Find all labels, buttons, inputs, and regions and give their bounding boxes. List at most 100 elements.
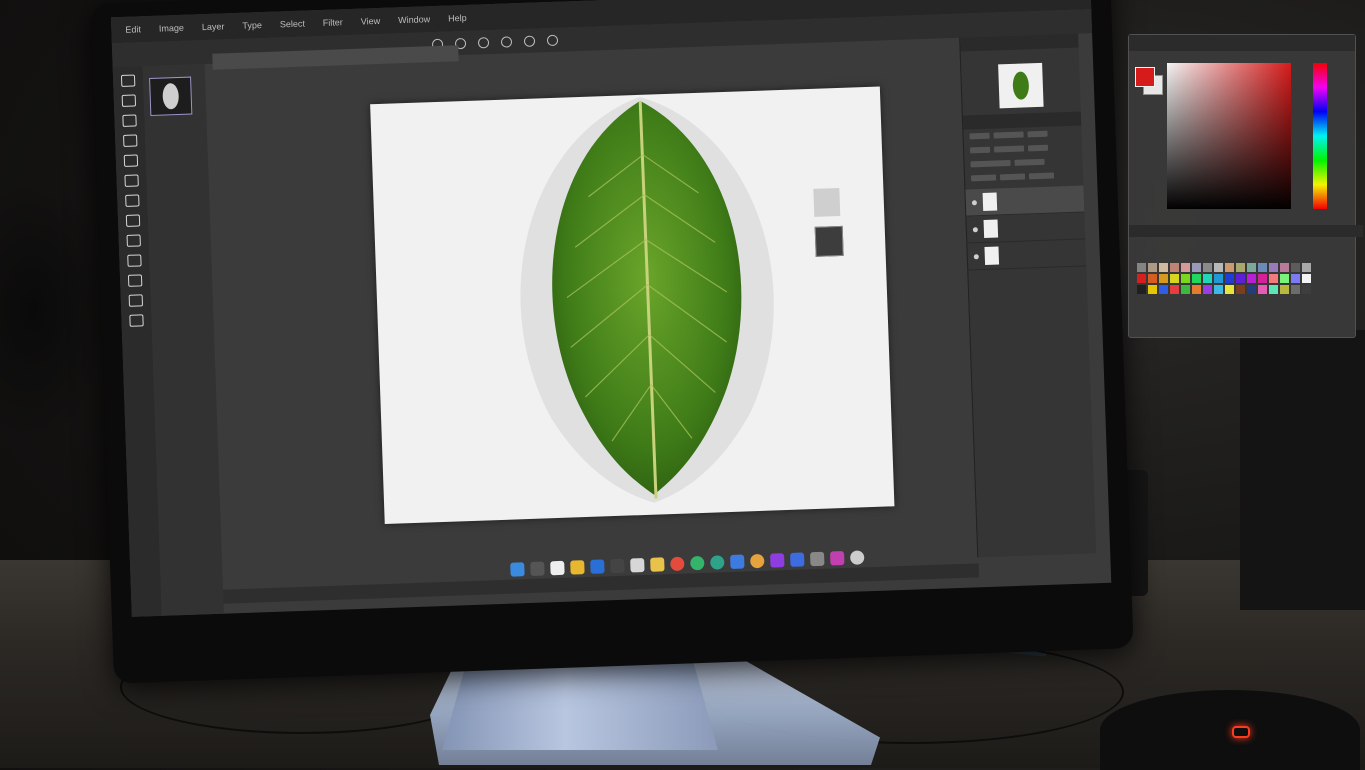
app-icon[interactable] xyxy=(849,550,865,565)
app-icon[interactable] xyxy=(790,552,805,567)
swatch[interactable] xyxy=(1203,263,1212,272)
eye-icon[interactable] xyxy=(972,226,978,232)
marquee-tool-icon[interactable] xyxy=(121,94,137,107)
menu-item[interactable]: Help xyxy=(448,13,467,24)
document-canvas[interactable] xyxy=(370,86,895,525)
option-icon[interactable] xyxy=(477,36,490,48)
swatch[interactable] xyxy=(1258,274,1267,283)
swatch[interactable] xyxy=(1203,285,1212,294)
swatch[interactable] xyxy=(1247,274,1256,283)
swatch[interactable] xyxy=(1269,274,1278,283)
swatch[interactable] xyxy=(1225,285,1234,294)
swatch[interactable] xyxy=(1269,263,1278,272)
swatch[interactable] xyxy=(1291,263,1300,272)
swatch[interactable] xyxy=(1302,263,1311,272)
eyedropper-tool-icon[interactable] xyxy=(123,154,139,167)
app-icon[interactable] xyxy=(770,553,785,568)
navigator-thumbnail[interactable] xyxy=(998,62,1044,109)
swatch[interactable] xyxy=(1214,285,1223,294)
swatch[interactable] xyxy=(1192,274,1201,283)
swatch[interactable] xyxy=(1203,274,1212,283)
gradient-tool-icon[interactable] xyxy=(125,214,141,227)
swatch[interactable] xyxy=(1291,274,1300,283)
start-icon[interactable] xyxy=(510,562,525,577)
swatch[interactable] xyxy=(1236,285,1245,294)
menu-item[interactable]: Filter xyxy=(323,17,343,28)
swatch[interactable] xyxy=(1247,285,1256,294)
swatch[interactable] xyxy=(1280,285,1289,294)
color-picker-field[interactable] xyxy=(1167,63,1291,209)
browser-icon[interactable] xyxy=(670,556,685,572)
swatch[interactable] xyxy=(1192,285,1201,294)
swatch[interactable] xyxy=(1280,274,1289,283)
foreground-color[interactable] xyxy=(1135,67,1155,87)
swatch[interactable] xyxy=(1137,263,1146,272)
menu-item[interactable]: Image xyxy=(159,23,184,34)
swatch[interactable] xyxy=(1302,274,1311,283)
swatch[interactable] xyxy=(1302,285,1311,294)
menu-item[interactable]: Layer xyxy=(202,21,225,32)
property-row[interactable] xyxy=(970,172,1077,186)
swatch[interactable] xyxy=(1170,285,1179,294)
swatch[interactable] xyxy=(1148,285,1157,294)
swatch[interactable] xyxy=(1269,285,1278,294)
hand-tool-icon[interactable] xyxy=(128,294,144,307)
option-icon[interactable] xyxy=(500,35,513,48)
swatch[interactable] xyxy=(1236,263,1245,272)
shape-tool-icon[interactable] xyxy=(127,274,143,287)
option-icon[interactable] xyxy=(546,34,559,46)
swatch[interactable] xyxy=(1225,274,1234,283)
swatch[interactable] xyxy=(1192,263,1201,272)
option-icon[interactable] xyxy=(523,35,536,47)
crop-tool-icon[interactable] xyxy=(123,134,138,147)
swatch[interactable] xyxy=(1280,263,1289,272)
menu-item[interactable]: Window xyxy=(398,14,430,25)
app-icon[interactable] xyxy=(590,559,605,574)
swatch[interactable] xyxy=(1247,263,1256,272)
swatch[interactable] xyxy=(1236,274,1245,283)
swatch[interactable] xyxy=(1170,263,1179,272)
app-icon[interactable] xyxy=(650,557,665,572)
swatch[interactable] xyxy=(1148,274,1157,283)
eye-icon[interactable] xyxy=(973,253,979,259)
eraser-tool-icon[interactable] xyxy=(125,194,140,207)
zoom-tool-icon[interactable] xyxy=(129,314,144,327)
app-icon[interactable] xyxy=(810,551,825,567)
app-icon[interactable] xyxy=(750,553,765,569)
swatch[interactable] xyxy=(1181,285,1190,294)
brush-tool-icon[interactable] xyxy=(124,174,139,187)
swatch[interactable] xyxy=(1137,274,1146,283)
app-icon[interactable] xyxy=(690,555,705,571)
property-row[interactable] xyxy=(970,158,1076,172)
swatch[interactable] xyxy=(1159,263,1168,272)
swatch[interactable] xyxy=(1159,285,1168,294)
layer-row[interactable] xyxy=(965,185,1085,217)
layer-row[interactable] xyxy=(967,239,1087,271)
app-icon[interactable] xyxy=(630,558,645,573)
pen-tool-icon[interactable] xyxy=(126,234,141,247)
color-swatch[interactable] xyxy=(813,187,841,217)
swatch[interactable] xyxy=(1291,285,1300,294)
menu-item[interactable]: Type xyxy=(242,20,262,31)
property-row[interactable] xyxy=(969,130,1075,144)
hue-slider[interactable] xyxy=(1313,63,1327,209)
app-icon[interactable] xyxy=(550,560,565,576)
swatch[interactable] xyxy=(1137,285,1146,294)
search-icon[interactable] xyxy=(530,561,545,576)
lasso-tool-icon[interactable] xyxy=(122,114,137,127)
swatch[interactable] xyxy=(1159,274,1168,283)
eye-icon[interactable] xyxy=(971,199,977,205)
app-icon[interactable] xyxy=(610,558,625,574)
swatch[interactable] xyxy=(1181,274,1190,283)
property-row[interactable] xyxy=(969,144,1076,158)
leaf-swatch[interactable] xyxy=(814,225,844,257)
swatch[interactable] xyxy=(1258,263,1267,272)
app-icon[interactable] xyxy=(830,551,845,566)
app-icon[interactable] xyxy=(710,555,725,570)
swatch[interactable] xyxy=(1214,274,1223,283)
layer-row[interactable] xyxy=(966,212,1086,244)
swatch[interactable] xyxy=(1214,263,1223,272)
swatch[interactable] xyxy=(1225,263,1234,272)
swatch[interactable] xyxy=(1181,263,1190,272)
app-icon[interactable] xyxy=(730,554,745,570)
